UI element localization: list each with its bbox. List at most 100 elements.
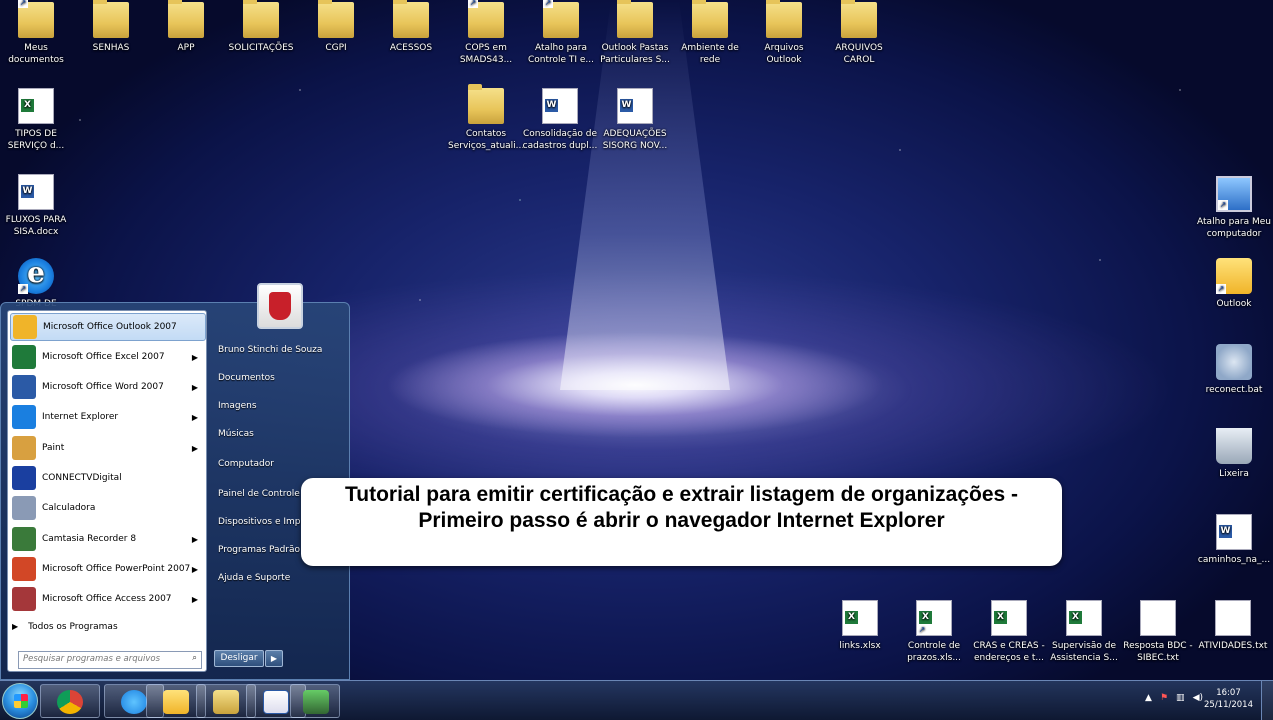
desktop-icon-arquivos-carol[interactable]: ARQUIVOS CAROL xyxy=(821,0,897,66)
start-button[interactable] xyxy=(2,683,38,719)
excel-document-icon xyxy=(916,600,952,636)
chrome-icon xyxy=(57,690,83,714)
desktop-icon-label: SOLICITAÇÕES xyxy=(228,43,294,53)
start-program-item[interactable]: Microsoft Office Word 2007 ▶ xyxy=(10,373,206,401)
user-picture[interactable] xyxy=(257,283,303,329)
desktop-icon-label: SENHAS xyxy=(92,43,130,53)
start-program-item[interactable]: Microsoft Office Outlook 2007 xyxy=(10,313,206,341)
show-hidden-icons-icon[interactable]: ▲ xyxy=(1145,693,1152,703)
desktop-icon-arquivos-outlook[interactable]: Arquivos Outlook xyxy=(746,0,822,66)
start-program-label: Microsoft Office Word 2007 xyxy=(42,382,164,392)
desktop-icon-supervisao[interactable]: Supervisão de Assistencia S... xyxy=(1046,600,1122,664)
start-program-item[interactable]: Calculadora xyxy=(10,494,206,522)
start-program-label: Microsoft Office PowerPoint 2007 xyxy=(42,564,191,574)
word-document-icon xyxy=(1216,514,1252,550)
desktop-icon-caminhos[interactable]: caminhos_na_... xyxy=(1196,514,1272,566)
start-right-musicas[interactable]: Músicas xyxy=(218,429,254,439)
internet-explorer-icon xyxy=(121,690,147,714)
submenu-arrow-icon[interactable]: ▶ xyxy=(192,383,198,392)
shutdown-options-button[interactable]: ▶ xyxy=(265,650,283,667)
access-icon xyxy=(12,587,36,611)
show-desktop-button[interactable] xyxy=(1261,681,1273,720)
desktop-icon-cras-creas[interactable]: CRAS e CREAS - endereços e t... xyxy=(971,600,1047,664)
excel-document-icon xyxy=(18,88,54,124)
desktop-icon-label: CRAS e CREAS - endereços e t... xyxy=(973,641,1045,663)
desktop-icon-app[interactable]: APP xyxy=(148,0,224,54)
camtasia-icon xyxy=(12,527,36,551)
start-right-painel-de-controle[interactable]: Painel de Controle xyxy=(218,489,300,499)
shutdown-button[interactable]: Desligar xyxy=(214,650,264,667)
calculator-icon xyxy=(12,496,36,520)
submenu-arrow-icon[interactable]: ▶ xyxy=(192,595,198,604)
desktop-icon-cops[interactable]: COPS em SMADS43... xyxy=(448,0,524,66)
desktop-icon-outlook-pastas[interactable]: Outlook Pastas Particulares S... xyxy=(597,0,673,66)
desktop-icon-atalho-controle-ti[interactable]: Atalho para Controle TI e... xyxy=(523,0,599,66)
desktop-icon-meu-computador[interactable]: Atalho para Meu computador xyxy=(1196,176,1272,240)
start-right-documentos[interactable]: Documentos xyxy=(218,373,275,383)
start-search-placeholder: Pesquisar programas e arquivos xyxy=(23,654,161,664)
desktop-icon-controle-de-prazos[interactable]: Controle de prazos.xls... xyxy=(896,600,972,664)
desktop-icon-links-xlsx[interactable]: links.xlsx xyxy=(822,600,898,652)
submenu-arrow-icon[interactable]: ▶ xyxy=(192,565,198,574)
desktop-icon-reconect-bat[interactable]: reconect.bat xyxy=(1196,344,1272,396)
folder-icon xyxy=(841,0,877,38)
clock-time: 16:07 xyxy=(1216,688,1241,698)
start-right-computador[interactable]: Computador xyxy=(218,459,274,469)
start-program-item[interactable]: Camtasia Recorder 8 ▶ xyxy=(10,525,206,553)
submenu-arrow-icon[interactable]: ▶ xyxy=(192,444,198,453)
desktop-icon-tipos-de-servico[interactable]: TIPOS DE SERVIÇO d... xyxy=(0,88,74,152)
search-icon[interactable]: ⌕ xyxy=(192,653,197,663)
desktop-icon-contatos-servicos[interactable]: Contatos Serviços_atuali... xyxy=(448,84,524,152)
desktop-icon-outlook[interactable]: Outlook xyxy=(1196,258,1272,310)
connectv-icon xyxy=(12,466,36,490)
internet-explorer-icon xyxy=(12,405,36,429)
desktop-icon-meus-documentos[interactable]: Meus documentos xyxy=(0,0,74,66)
start-right-imagens[interactable]: Imagens xyxy=(218,401,257,411)
desktop-icon-label: reconect.bat xyxy=(1205,385,1263,395)
start-program-item[interactable]: CONNECTVDigital xyxy=(10,464,206,492)
start-search-input[interactable]: Pesquisar programas e arquivos ⌕ xyxy=(18,651,202,669)
submenu-arrow-icon[interactable]: ▶ xyxy=(192,535,198,544)
desktop-icon-adequacoes[interactable]: ADEQUAÇÕES SISORG NOV... xyxy=(597,88,673,152)
excel-document-icon xyxy=(842,600,878,636)
start-program-item[interactable]: Internet Explorer ▶ xyxy=(10,403,206,431)
start-program-item[interactable]: Microsoft Office Excel 2007 ▶ xyxy=(10,343,206,371)
start-program-item[interactable]: Microsoft Office Access 2007 ▶ xyxy=(10,585,206,613)
start-program-label: Paint xyxy=(42,443,65,453)
desktop-icon-solicitacoes[interactable]: SOLICITAÇÕES xyxy=(223,0,299,54)
taskbar-camtasia-button[interactable] xyxy=(290,684,340,718)
desktop-icon-consolidacao[interactable]: Consolidação de cadastros dupl... xyxy=(522,88,598,152)
folder-icon xyxy=(468,84,504,124)
all-programs-button[interactable]: ▶ Todos os Programas xyxy=(12,622,118,632)
network-icon[interactable]: ▥ xyxy=(1176,693,1185,703)
desktop-icon-label: ATIVIDADES.txt xyxy=(1198,641,1268,651)
start-program-item[interactable]: Paint ▶ xyxy=(10,434,206,462)
start-right-ajuda-e-suporte[interactable]: Ajuda e Suporte xyxy=(218,573,290,583)
desktop-icon-senhas[interactable]: SENHAS xyxy=(73,0,149,54)
start-right-programas-padrao[interactable]: Programas Padrão xyxy=(218,545,300,555)
start-program-item[interactable]: Microsoft Office PowerPoint 2007 ▶ xyxy=(10,555,206,583)
desktop-icon-label: Atalho para Meu computador xyxy=(1197,217,1271,239)
taskbar: ▲ ⚑ ▥ ◀) 16:07 25/11/2014 xyxy=(0,680,1273,720)
action-center-flag-icon[interactable]: ⚑ xyxy=(1160,693,1168,703)
desktop-icon-ambiente-de-rede[interactable]: Ambiente de rede xyxy=(672,0,748,66)
word-icon xyxy=(12,375,36,399)
start-right-dispositivos[interactable]: Dispositivos e Impre xyxy=(218,517,310,527)
excel-icon xyxy=(12,345,36,369)
desktop-icon-fluxos-para-sisa[interactable]: FLUXOS PARA SISA.docx xyxy=(0,174,74,238)
start-right-user-folder[interactable]: Bruno Stinchi de Souza xyxy=(218,345,322,355)
desktop-icon-acessos[interactable]: ACESSOS xyxy=(373,0,449,54)
submenu-arrow-icon[interactable]: ▶ xyxy=(192,413,198,422)
volume-icon[interactable]: ◀) xyxy=(1193,693,1203,703)
all-programs-label: Todos os Programas xyxy=(28,622,118,632)
clock[interactable]: 16:07 25/11/2014 xyxy=(1204,687,1253,711)
submenu-arrow-icon[interactable]: ▶ xyxy=(192,353,198,362)
desktop-icon-lixeira[interactable]: Lixeira xyxy=(1196,428,1272,480)
camtasia-icon xyxy=(303,690,329,714)
taskbar-chrome-button[interactable] xyxy=(40,684,100,718)
word-document-icon xyxy=(542,88,578,124)
desktop-icon-atividades[interactable]: ATIVIDADES.txt xyxy=(1195,600,1271,652)
desktop-icon-cgpi[interactable]: CGPI xyxy=(298,0,374,54)
desktop-icon-resposta-bdc[interactable]: Resposta BDC - SIBEC.txt xyxy=(1120,600,1196,664)
folder-icon xyxy=(393,0,429,38)
